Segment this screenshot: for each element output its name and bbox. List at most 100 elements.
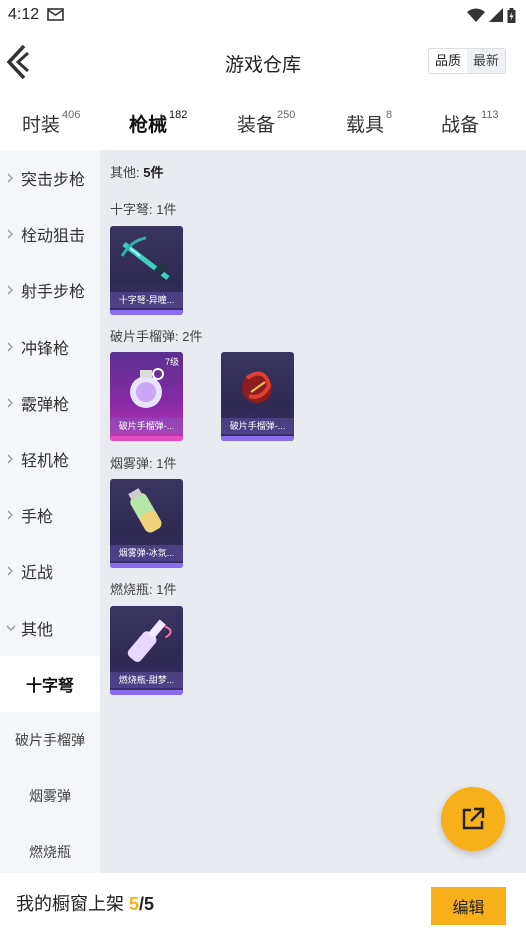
- tab-label: 装备: [237, 115, 276, 136]
- item-name: 破片手榴弹-...: [221, 418, 294, 434]
- sidebar-item-lmg[interactable]: 轻机枪: [0, 431, 100, 487]
- chevron-right-icon: [6, 341, 16, 353]
- shelf-total-count: /5: [139, 894, 155, 914]
- chevron-right-icon: [6, 453, 16, 465]
- status-icons: [467, 7, 516, 23]
- rarity-bar: [110, 436, 183, 441]
- share-button[interactable]: [441, 787, 505, 851]
- rarity-bar: [110, 563, 183, 568]
- status-bar: 4:12: [0, 0, 526, 30]
- shelf-status: 我的橱窗上架 5/5: [16, 890, 154, 916]
- battery-icon: [507, 7, 516, 23]
- item-card-molotov[interactable]: 燃烧瓶-甜梦...: [110, 606, 183, 695]
- sidebar-item-label: 手枪: [21, 509, 54, 527]
- sidebar-item-smg[interactable]: 冲锋枪: [0, 319, 100, 375]
- tab-count: 406: [62, 109, 81, 121]
- external-link-icon: [462, 807, 485, 830]
- item-level-badge: 7级: [164, 357, 179, 367]
- tab-label: 时装: [22, 115, 61, 136]
- tab-count: 182: [169, 109, 188, 121]
- molotov-image: [127, 619, 172, 662]
- section-label: 十字弩:: [110, 202, 153, 217]
- section-header-crossbow: 十字弩: 1件: [110, 199, 176, 218]
- section-count: 5件: [143, 165, 164, 180]
- sort-toggle: 品质 最新: [427, 48, 506, 74]
- frag-grenade-image: [242, 371, 272, 403]
- item-name: 烟雾弹-冰氛...: [110, 545, 183, 561]
- tab-firearms[interactable]: 枪械 182: [129, 94, 187, 137]
- item-grid: 其他: 5件 十字弩: 1件 十字弩-异瞳... 破片手榴弹: 2件 7级 破片…: [100, 150, 526, 873]
- rarity-bar: [110, 690, 183, 695]
- section-label: 其他:: [110, 165, 140, 180]
- shelf-current-count: 5: [129, 894, 140, 914]
- sidebar-item-assault-rifle[interactable]: 突击步枪: [0, 150, 100, 206]
- edit-button[interactable]: 编辑: [431, 887, 506, 925]
- wifi-icon: [467, 8, 485, 22]
- chevron-right-icon: [6, 565, 16, 577]
- section-label: 烟雾弹:: [110, 456, 153, 471]
- tab-count: 8: [386, 109, 393, 121]
- sidebar-item-label: 霰弹枪: [21, 396, 70, 414]
- tab-count: 113: [481, 109, 499, 121]
- item-card-frag-grenade[interactable]: 破片手榴弹-...: [221, 352, 294, 441]
- item-card-smoke-grenade[interactable]: 烟雾弹-冰氛...: [110, 479, 183, 568]
- chevron-right-icon: [6, 172, 16, 184]
- sidebar-item-label: 射手步枪: [21, 284, 86, 302]
- sidebar-item-label: 轻机枪: [21, 453, 70, 471]
- tab-label: 枪械: [129, 115, 168, 136]
- section-count: 1件: [156, 202, 177, 217]
- sidebar-item-label: 近战: [21, 565, 54, 583]
- item-name: 破片手榴弹-...: [110, 418, 183, 434]
- item-name: 十字弩-异瞳...: [110, 292, 183, 308]
- crossbow-image: [120, 236, 170, 280]
- sidebar-item-bolt-sniper[interactable]: 栓动狙击: [0, 206, 100, 262]
- sidebar-item-shotgun[interactable]: 霰弹枪: [0, 375, 100, 431]
- sort-quality-button[interactable]: 品质: [428, 49, 467, 73]
- chevron-down-icon: [6, 624, 16, 632]
- sidebar-item-other[interactable]: 其他: [0, 600, 100, 656]
- rarity-bar: [221, 436, 294, 441]
- status-time: 4:12: [8, 6, 40, 23]
- item-card-crossbow[interactable]: 十字弩-异瞳...: [110, 226, 183, 315]
- signal-icon: [489, 8, 503, 22]
- sidebar-item-label: 突击步枪: [21, 172, 86, 190]
- rarity-bar: [110, 310, 183, 315]
- sidebar-subitem-smoke-grenade[interactable]: 烟雾弹: [0, 768, 100, 824]
- sidebar-subitem-molotov[interactable]: 燃烧瓶: [0, 824, 100, 880]
- smoke-grenade-image: [128, 488, 162, 533]
- item-name: 燃烧瓶-甜梦...: [110, 672, 183, 688]
- sidebar-subitem-frag-grenade[interactable]: 破片手榴弹: [0, 712, 100, 768]
- sidebar-item-melee[interactable]: 近战: [0, 543, 100, 599]
- section-count: 2件: [182, 329, 203, 344]
- header: 游戏仓库 品质 最新: [0, 30, 526, 94]
- sidebar-subitem-crossbow[interactable]: 十字弩: [0, 655, 100, 712]
- tab-count: 250: [277, 109, 296, 121]
- sidebar-item-label: 栓动狙击: [21, 228, 86, 246]
- chevron-right-icon: [6, 284, 16, 296]
- bottom-bar: 我的橱窗上架 5/5 编辑: [0, 873, 526, 933]
- tab-combat-supplies[interactable]: 战备 113: [441, 94, 499, 137]
- tab-vehicles[interactable]: 载具 8: [346, 94, 392, 137]
- sort-newest-button[interactable]: 最新: [466, 49, 505, 73]
- tab-label: 载具: [346, 115, 385, 136]
- chevron-right-icon: [6, 509, 16, 521]
- item-card-frag-grenade[interactable]: 7级 破片手榴弹-...: [110, 352, 183, 441]
- section-count: 1件: [156, 582, 177, 597]
- total-count-header: 其他: 5件: [110, 162, 163, 181]
- chevron-right-icon: [6, 397, 16, 409]
- category-tabs: 时装 406 枪械 182 装备 250 载具 8 战备 113: [0, 94, 526, 150]
- section-label: 燃烧瓶:: [110, 582, 153, 597]
- sidebar-item-marksman-rifle[interactable]: 射手步枪: [0, 262, 100, 318]
- section-header-molotov: 燃烧瓶: 1件: [110, 579, 176, 598]
- section-count: 1件: [156, 456, 177, 471]
- section-header-frag-grenade: 破片手榴弹: 2件: [110, 326, 202, 345]
- shelf-label: 我的橱窗上架: [16, 894, 124, 914]
- sidebar-item-pistol[interactable]: 手枪: [0, 487, 100, 543]
- chevron-right-icon: [6, 228, 16, 240]
- section-header-smoke-grenade: 烟雾弹: 1件: [110, 453, 176, 472]
- message-icon: [47, 8, 64, 21]
- section-label: 破片手榴弹:: [110, 329, 179, 344]
- sidebar: 突击步枪 栓动狙击 射手步枪 冲锋枪 霰弹枪 轻机枪 手枪 近战 其他 十字弩 …: [0, 150, 100, 873]
- tab-fashion[interactable]: 时装 406: [22, 94, 80, 137]
- tab-equipment[interactable]: 装备 250: [237, 94, 295, 137]
